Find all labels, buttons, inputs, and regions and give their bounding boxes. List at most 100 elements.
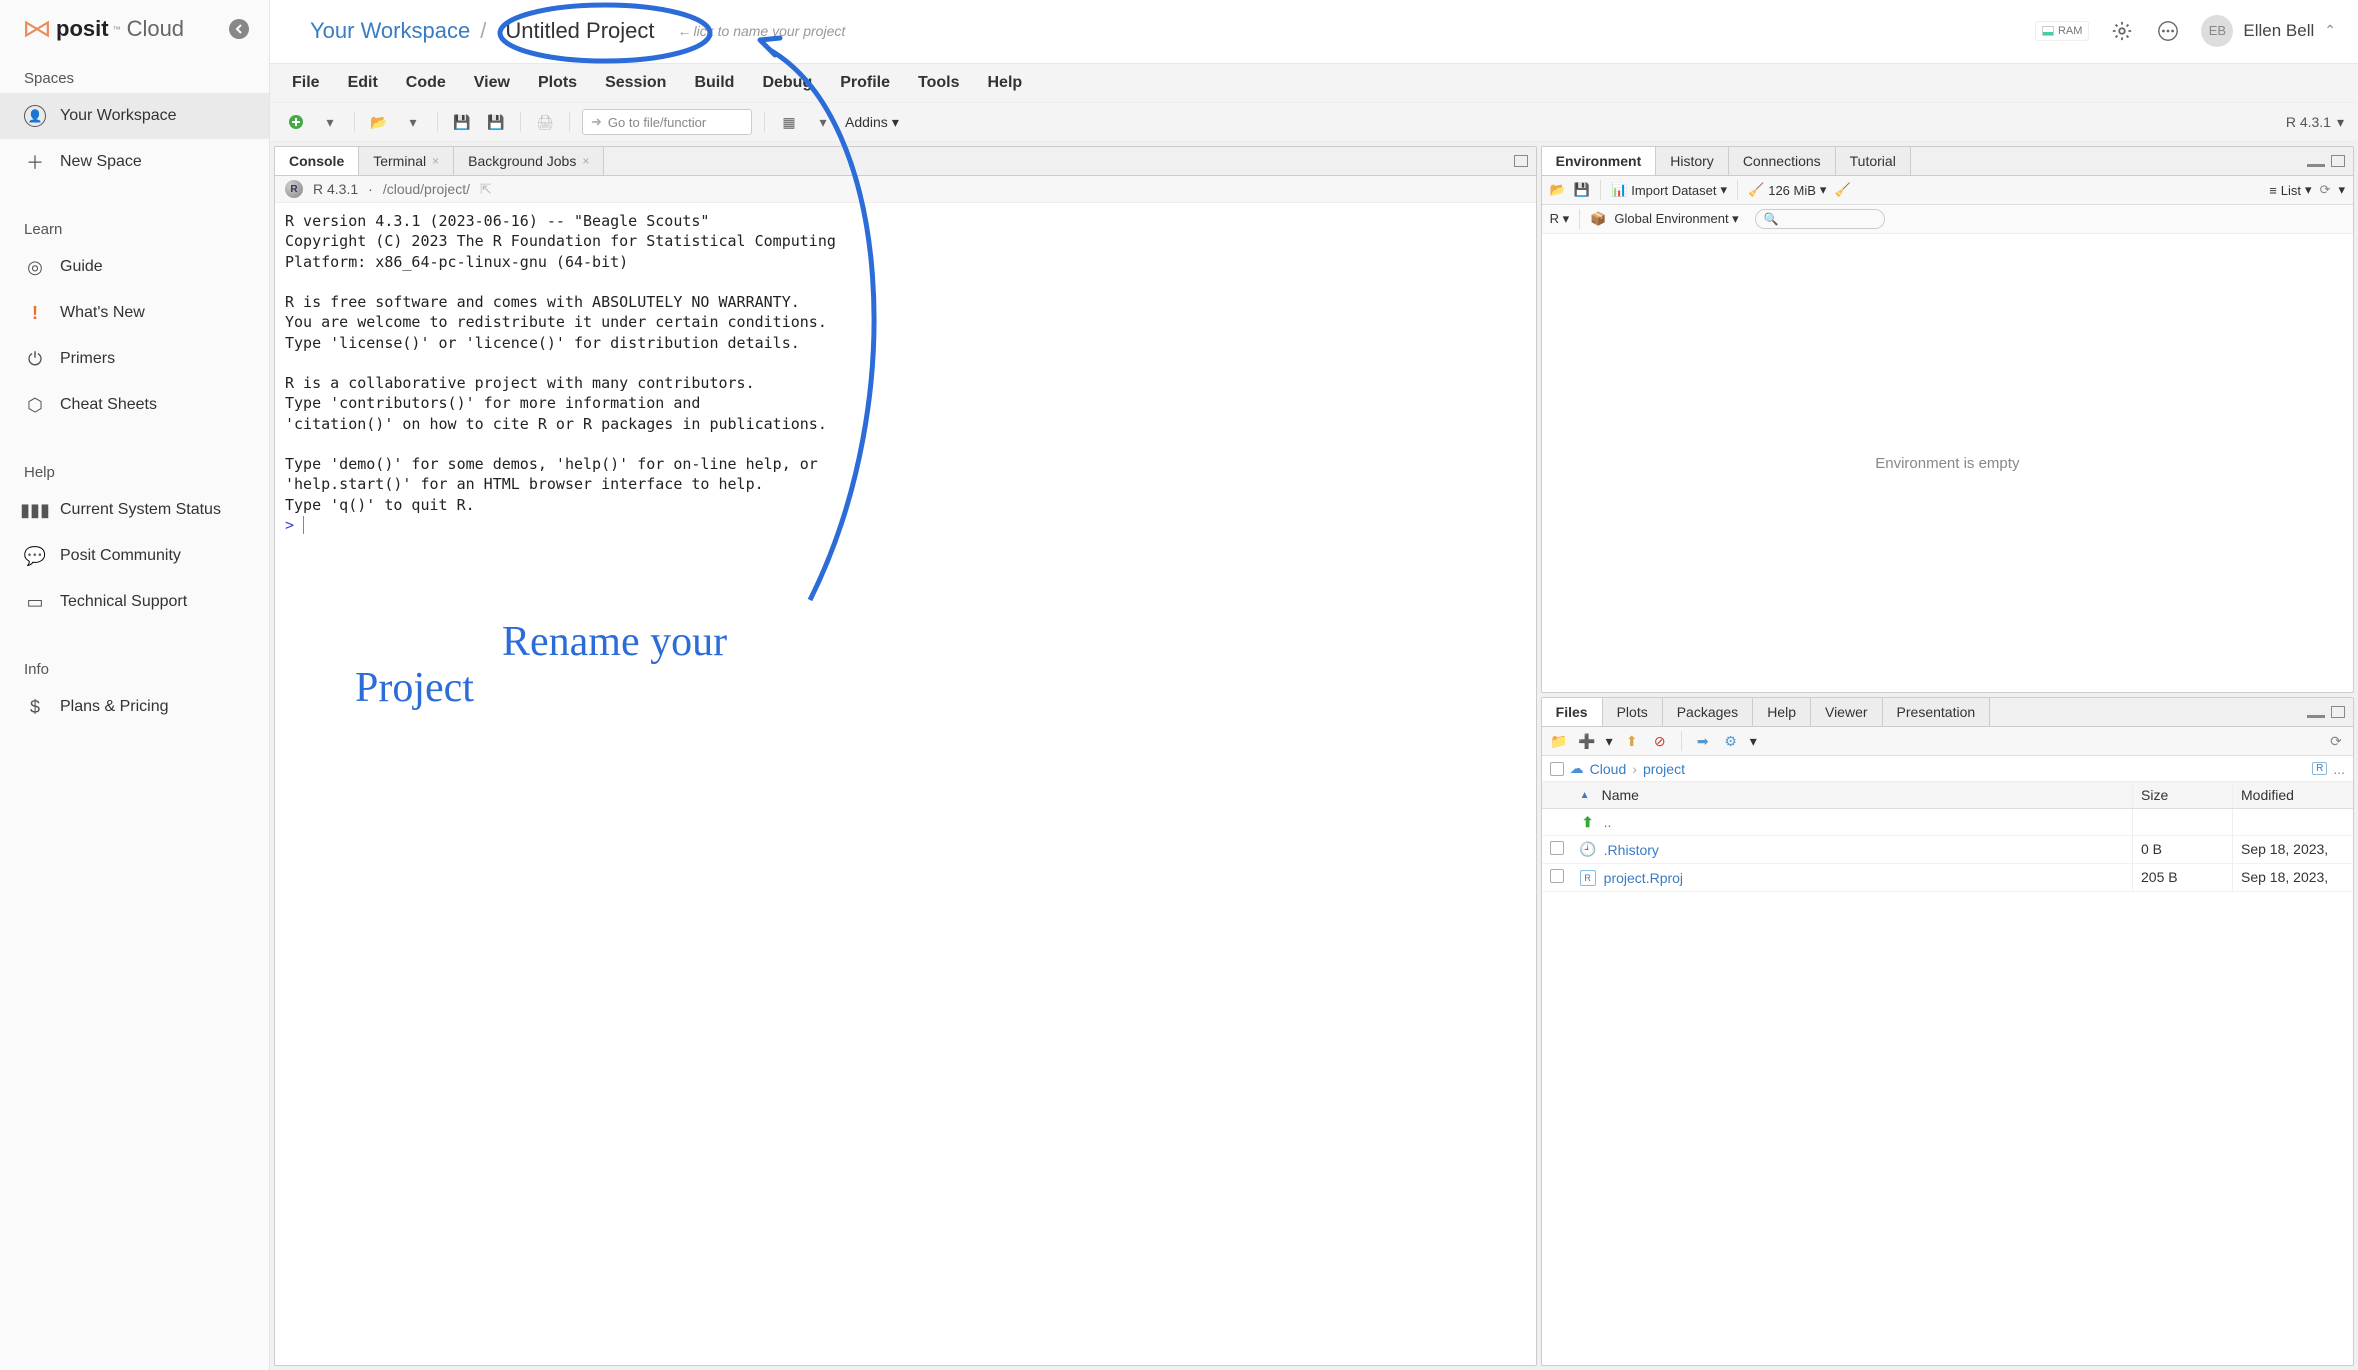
sidebar-item-plans[interactable]: $ Plans & Pricing <box>0 684 269 730</box>
row-checkbox[interactable] <box>1550 841 1564 855</box>
menu-tools[interactable]: Tools <box>918 74 959 92</box>
crumb-cloud[interactable]: Cloud <box>1590 761 1627 777</box>
new-file-dropdown[interactable]: ▾ <box>318 111 342 133</box>
console-output[interactable]: R version 4.3.1 (2023-06-16) -- "Beagle … <box>275 203 1536 1365</box>
tab-tutorial[interactable]: Tutorial <box>1836 147 1911 175</box>
more-gear-icon[interactable]: ⚙ <box>1722 732 1740 750</box>
more-icon[interactable] <box>2155 18 2181 44</box>
upload-icon[interactable]: ⬆ <box>1623 732 1641 750</box>
more-icon[interactable]: ... <box>2333 761 2345 777</box>
col-name[interactable]: ▲Name <box>1572 782 2133 808</box>
tab-plots-pane[interactable]: Plots <box>1603 698 1663 726</box>
menu-build[interactable]: Build <box>694 74 734 92</box>
close-icon[interactable]: × <box>582 154 589 168</box>
new-folder-icon[interactable]: 📁 <box>1550 732 1568 750</box>
breadcrumb-sep: / <box>480 18 486 44</box>
rename-icon[interactable]: ➡ <box>1694 732 1712 750</box>
sidebar-item-cheatsheets[interactable]: ⬡ Cheat Sheets <box>0 382 269 428</box>
menu-debug[interactable]: Debug <box>762 74 812 92</box>
tab-terminal[interactable]: Terminal × <box>359 147 454 175</box>
select-all-checkbox[interactable] <box>1550 762 1564 776</box>
project-title-hint: ← lick to name your project <box>678 23 846 39</box>
minimize-pane-icon[interactable] <box>2307 155 2325 167</box>
menu-session[interactable]: Session <box>605 74 666 92</box>
cube-icon: 📦 <box>1590 211 1606 227</box>
close-icon[interactable]: × <box>432 154 439 168</box>
sidebar-item-primers[interactable]: ⏻ Primers <box>0 336 269 382</box>
sidebar-item-guide[interactable]: ◎ Guide <box>0 244 269 290</box>
grid-button[interactable]: ▦ <box>777 111 801 133</box>
import-dataset-button[interactable]: 📊 Import Dataset ▾ <box>1611 182 1727 198</box>
tab-help[interactable]: Help <box>1753 698 1811 726</box>
file-row[interactable]: 🕘.Rhistory 0 B Sep 18, 2023, <box>1542 836 2353 864</box>
rproj-file-icon: R <box>1580 870 1596 886</box>
r-scope-button[interactable]: R ▾ <box>1550 211 1570 227</box>
load-env-icon[interactable]: 📂 <box>1550 182 1566 198</box>
broom-icon[interactable]: 🧹 <box>1834 182 1850 198</box>
refresh-icon[interactable]: ⟳ <box>2320 182 2331 198</box>
col-modified[interactable]: Modified <box>2233 782 2353 808</box>
grid-dropdown[interactable]: ▾ <box>811 111 835 133</box>
logo: posit™ Cloud <box>24 16 184 42</box>
sidebar-item-newspace[interactable]: ＋ New Space <box>0 139 269 185</box>
id-icon: ▭ <box>24 591 46 613</box>
menu-code[interactable]: Code <box>406 74 446 92</box>
minimize-pane-icon[interactable] <box>1514 155 1528 167</box>
row-checkbox[interactable] <box>1550 869 1564 883</box>
sidebar-item-status[interactable]: ▮▮▮ Current System Status <box>0 487 269 533</box>
save-all-button[interactable]: 💾 <box>484 111 508 133</box>
env-search-input[interactable]: 🔍 <box>1755 209 1885 229</box>
menu-help[interactable]: Help <box>988 74 1023 92</box>
goto-file-input[interactable]: ➜ Go to file/functior <box>582 109 752 135</box>
new-file-icon[interactable]: ➕ <box>1578 732 1596 750</box>
user-menu[interactable]: EB Ellen Bell ⌃ <box>2201 15 2336 47</box>
menu-file[interactable]: File <box>292 74 320 92</box>
save-button[interactable]: 💾 <box>450 111 474 133</box>
file-row-up[interactable]: ⬆.. <box>1542 809 2353 836</box>
global-env-button[interactable]: Global Environment ▾ <box>1614 211 1738 227</box>
sidebar-item-community[interactable]: 💬 Posit Community <box>0 533 269 579</box>
ram-badge[interactable]: RAM <box>2035 21 2089 41</box>
file-row[interactable]: Rproject.Rproj 205 B Sep 18, 2023, <box>1542 864 2353 892</box>
addins-button[interactable]: Addins ▾ <box>845 114 899 131</box>
refresh-icon[interactable]: ⟳ <box>2327 732 2345 750</box>
sidebar-item-whatsnew[interactable]: ! What's New <box>0 290 269 336</box>
collapse-sidebar-button[interactable] <box>229 19 249 39</box>
col-size[interactable]: Size <box>2133 782 2233 808</box>
memory-indicator[interactable]: 🧹 126 MiB ▾ <box>1748 182 1826 198</box>
new-file-button[interactable] <box>284 111 308 133</box>
project-title-input[interactable]: Untitled Project <box>496 15 663 47</box>
tab-files[interactable]: Files <box>1542 698 1603 726</box>
tab-console[interactable]: Console <box>275 147 359 175</box>
popout-icon[interactable]: ⇱ <box>480 181 492 198</box>
tab-history[interactable]: History <box>1656 147 1729 175</box>
menu-profile[interactable]: Profile <box>840 74 890 92</box>
tab-bgjobs[interactable]: Background Jobs × <box>454 147 604 175</box>
tab-packages[interactable]: Packages <box>1663 698 1753 726</box>
tab-viewer[interactable]: Viewer <box>1811 698 1883 726</box>
chevron-down-icon[interactable]: ▾ <box>2337 114 2344 131</box>
minimize-pane-icon[interactable] <box>2307 706 2325 718</box>
breadcrumb-workspace[interactable]: Your Workspace <box>310 18 470 44</box>
sidebar-item-support[interactable]: ▭ Technical Support <box>0 579 269 625</box>
r-version-selector[interactable]: R 4.3.1 <box>2286 114 2331 130</box>
tab-environment[interactable]: Environment <box>1542 147 1657 175</box>
menu-edit[interactable]: Edit <box>348 74 378 92</box>
list-view-button[interactable]: ≡ List ▾ <box>2269 182 2311 198</box>
up-arrow-icon: ⬆ <box>1580 814 1596 830</box>
rproj-icon[interactable]: R <box>2312 762 2327 775</box>
print-button[interactable]: 🖨 <box>533 111 557 133</box>
menu-view[interactable]: View <box>474 74 510 92</box>
crumb-project[interactable]: project <box>1643 761 1685 777</box>
menu-plots[interactable]: Plots <box>538 74 577 92</box>
maximize-pane-icon[interactable] <box>2331 155 2345 167</box>
tab-presentation[interactable]: Presentation <box>1883 698 1991 726</box>
delete-icon[interactable]: ⊘ <box>1651 732 1669 750</box>
gear-icon[interactable] <box>2109 18 2135 44</box>
maximize-pane-icon[interactable] <box>2331 706 2345 718</box>
open-file-button[interactable]: 📂 <box>367 111 391 133</box>
tab-connections[interactable]: Connections <box>1729 147 1836 175</box>
save-env-icon[interactable]: 💾 <box>1574 182 1590 198</box>
sidebar-item-workspace[interactable]: 👤 Your Workspace <box>0 93 269 139</box>
open-dropdown[interactable]: ▾ <box>401 111 425 133</box>
